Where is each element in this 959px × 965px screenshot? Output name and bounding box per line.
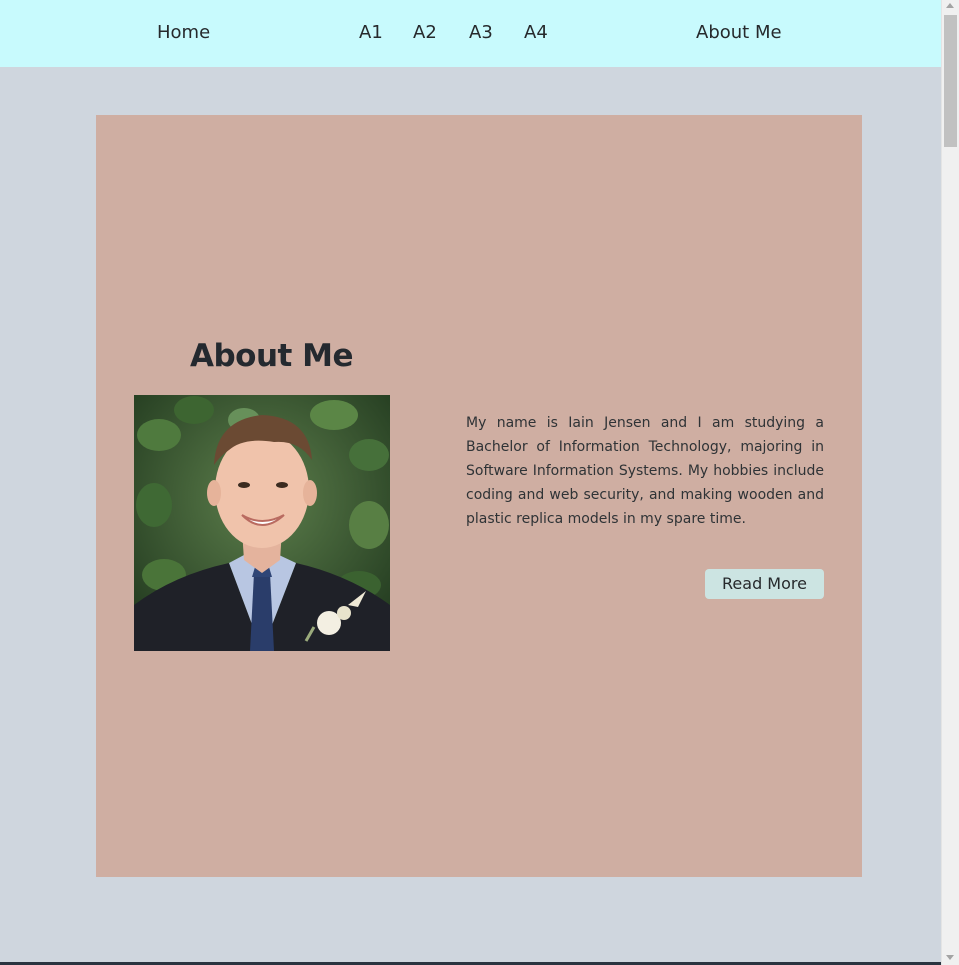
portrait-photo — [134, 395, 390, 651]
about-card: About Me My name is Iain Jensen and I am… — [96, 115, 862, 877]
nav-link-home[interactable]: Home — [157, 21, 210, 45]
top-nav: Home A1 A2 A3 A4 About Me — [0, 0, 941, 67]
page-title: About Me — [190, 338, 354, 374]
bio-paragraph: My name is Iain Jensen and I am studying… — [466, 415, 824, 527]
scroll-up-arrow-icon[interactable] — [946, 3, 954, 8]
nav-link-a4[interactable]: A4 — [524, 21, 548, 45]
nav-link-about-me[interactable]: About Me — [696, 21, 782, 45]
read-more-button[interactable]: Read More — [705, 569, 824, 599]
nav-link-a3[interactable]: A3 — [469, 21, 493, 45]
scrollbar-thumb[interactable] — [944, 15, 957, 147]
nav-link-a1[interactable]: A1 — [359, 21, 383, 45]
scroll-down-arrow-icon[interactable] — [946, 955, 954, 960]
vertical-scrollbar[interactable] — [941, 0, 959, 965]
portrait-illustration — [134, 395, 390, 651]
nav-link-a2[interactable]: A2 — [413, 21, 437, 45]
